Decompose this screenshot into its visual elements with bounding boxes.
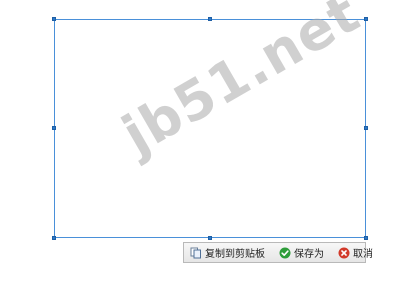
resize-handle-bottom-right[interactable] (364, 236, 368, 240)
copy-icon (190, 247, 202, 259)
resize-handle-right[interactable] (364, 126, 368, 130)
resize-handle-bottom[interactable] (208, 236, 212, 240)
capture-selection[interactable] (54, 19, 366, 238)
resize-handle-top[interactable] (208, 17, 212, 21)
cancel-label: 取消 (353, 249, 373, 260)
capture-toolbar: 复制到剪贴板 保存为 取消 (183, 242, 373, 263)
save-as-button[interactable]: 保存为 (276, 244, 327, 261)
copy-label: 复制到剪贴板 (205, 249, 265, 260)
resize-handle-top-left[interactable] (52, 17, 56, 21)
close-icon (338, 247, 350, 259)
cancel-button[interactable]: 取消 (335, 244, 376, 261)
resize-handle-bottom-left[interactable] (52, 236, 56, 240)
check-icon (279, 247, 291, 259)
resize-handle-left[interactable] (52, 126, 56, 130)
resize-handle-top-right[interactable] (364, 17, 368, 21)
copy-to-clipboard-button[interactable]: 复制到剪贴板 (187, 244, 268, 261)
save-as-label: 保存为 (294, 249, 324, 260)
